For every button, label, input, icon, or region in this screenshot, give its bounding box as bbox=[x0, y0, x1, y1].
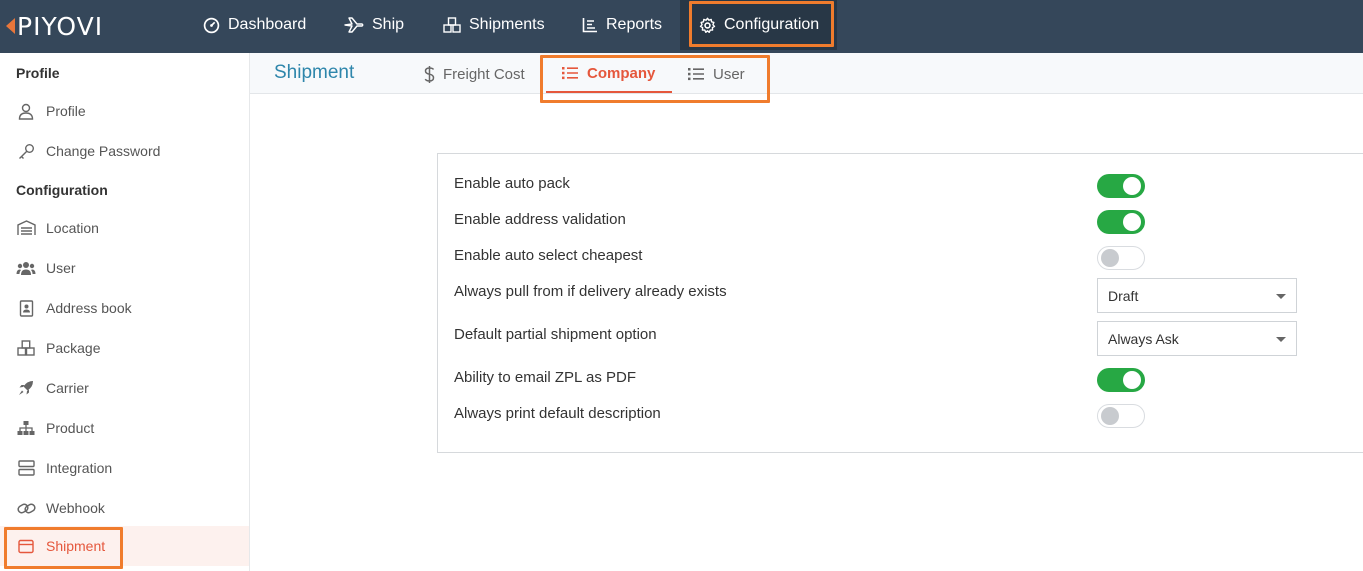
sidebar-item-label: Location bbox=[46, 220, 99, 236]
partial-shipment-value: Always Ask bbox=[1108, 330, 1179, 347]
sitemap-icon bbox=[16, 418, 36, 438]
sidebar-item-shipment[interactable]: Shipment bbox=[0, 526, 249, 566]
tab-company[interactable]: Company bbox=[546, 55, 672, 93]
sidebar-item-address-book[interactable]: Address book bbox=[0, 290, 249, 326]
toggle-knob bbox=[1101, 407, 1119, 425]
nav-configuration[interactable]: Configuration bbox=[680, 0, 837, 50]
logo-arrow-icon bbox=[6, 18, 15, 34]
nav-ship-label: Ship bbox=[372, 16, 405, 33]
nav-shipments-label: Shipments bbox=[469, 16, 545, 33]
sidebar-item-location[interactable]: Location bbox=[0, 210, 249, 246]
nav-reports[interactable]: Reports bbox=[582, 0, 662, 50]
address-validation-label: Enable address validation bbox=[454, 211, 626, 228]
sidebar-item-label: Change Password bbox=[46, 143, 161, 159]
toggle-knob bbox=[1123, 177, 1141, 195]
sidebar-item-label: Product bbox=[46, 420, 95, 436]
sidebar-item-change-password[interactable]: Change Password bbox=[0, 133, 249, 169]
email-zpl-label: Ability to email ZPL as PDF bbox=[454, 369, 636, 386]
nav-configuration-label: Configuration bbox=[724, 16, 820, 33]
sidebar-item-integration[interactable]: Integration bbox=[0, 450, 249, 486]
sidebar-item-carrier[interactable]: Carrier bbox=[0, 370, 249, 406]
link-icon bbox=[16, 498, 36, 518]
toggle-knob bbox=[1123, 371, 1141, 389]
package-icon bbox=[16, 338, 36, 358]
list-icon bbox=[562, 67, 578, 80]
sidebar-item-label: Webhook bbox=[46, 500, 105, 516]
sidebar-item-product[interactable]: Product bbox=[0, 410, 249, 446]
sidebar-item-label: Address book bbox=[46, 300, 132, 316]
tab-freight-cost[interactable]: Freight Cost bbox=[424, 55, 525, 93]
sidebar-item-profile[interactable]: Profile bbox=[0, 93, 249, 129]
tab-label: Freight Cost bbox=[443, 65, 525, 83]
always-pull-label: Always pull from if delivery already exi… bbox=[454, 283, 727, 300]
address-book-icon bbox=[16, 298, 36, 318]
plane-icon bbox=[344, 17, 364, 33]
tab-label: User bbox=[713, 65, 745, 83]
always-pull-value: Draft bbox=[1108, 287, 1139, 304]
server-icon bbox=[16, 458, 36, 478]
rocket-icon bbox=[16, 378, 36, 398]
auto-pack-toggle[interactable] bbox=[1097, 174, 1145, 198]
warehouse-icon bbox=[16, 218, 36, 238]
partial-shipment-select[interactable]: Always Ask bbox=[1097, 321, 1297, 356]
sidebar-item-label: Carrier bbox=[46, 380, 89, 396]
sidebar-heading-configuration: Configuration bbox=[16, 182, 108, 198]
tab-user[interactable]: User bbox=[688, 55, 745, 93]
list-icon bbox=[688, 68, 704, 81]
print-description-toggle[interactable] bbox=[1097, 404, 1145, 428]
auto-pack-label: Enable auto pack bbox=[454, 175, 570, 192]
auto-select-cheapest-label: Enable auto select cheapest bbox=[454, 247, 643, 264]
sidebar-item-label: Profile bbox=[46, 103, 86, 119]
box-icon bbox=[16, 536, 36, 556]
nav-dashboard[interactable]: Dashboard bbox=[203, 0, 306, 50]
nav-shipments[interactable]: Shipments bbox=[443, 0, 545, 50]
gear-icon bbox=[699, 17, 716, 33]
sidebar-item-label: Integration bbox=[46, 460, 113, 476]
sidebar-item-label: Shipment bbox=[46, 538, 106, 554]
boxes-icon bbox=[443, 17, 461, 33]
tab-label: Company bbox=[587, 64, 656, 82]
print-description-label: Always print default description bbox=[454, 405, 661, 422]
email-zpl-toggle[interactable] bbox=[1097, 368, 1145, 392]
chevron-down-icon bbox=[1276, 337, 1286, 342]
dashboard-icon bbox=[203, 17, 220, 33]
tab-bar bbox=[250, 53, 1363, 94]
always-pull-select[interactable]: Draft bbox=[1097, 278, 1297, 313]
key-icon bbox=[16, 141, 36, 161]
partial-shipment-label: Default partial shipment option bbox=[454, 326, 657, 343]
piyovi-logo[interactable]: PIYOVI bbox=[6, 11, 104, 41]
users-icon bbox=[16, 258, 36, 278]
logo-text: PIYOVI bbox=[17, 11, 104, 41]
sidebar-heading-profile: Profile bbox=[16, 65, 60, 81]
page-title: Shipment bbox=[274, 62, 355, 83]
sidebar-item-label: Package bbox=[46, 340, 101, 356]
nav-ship[interactable]: Ship bbox=[344, 0, 404, 50]
user-icon bbox=[16, 101, 36, 121]
nav-dashboard-label: Dashboard bbox=[228, 16, 307, 33]
sidebar-item-package[interactable]: Package bbox=[0, 330, 249, 366]
dollar-icon bbox=[424, 65, 435, 83]
address-validation-toggle[interactable] bbox=[1097, 210, 1145, 234]
toggle-knob bbox=[1101, 249, 1119, 267]
sidebar-item-label: User bbox=[46, 260, 76, 276]
chevron-down-icon bbox=[1276, 294, 1286, 299]
sidebar-item-webhook[interactable]: Webhook bbox=[0, 490, 249, 526]
chart-icon bbox=[582, 18, 597, 33]
auto-select-cheapest-toggle[interactable] bbox=[1097, 246, 1145, 270]
nav-reports-label: Reports bbox=[606, 16, 663, 33]
sidebar-item-user[interactable]: User bbox=[0, 250, 249, 286]
toggle-knob bbox=[1123, 213, 1141, 231]
